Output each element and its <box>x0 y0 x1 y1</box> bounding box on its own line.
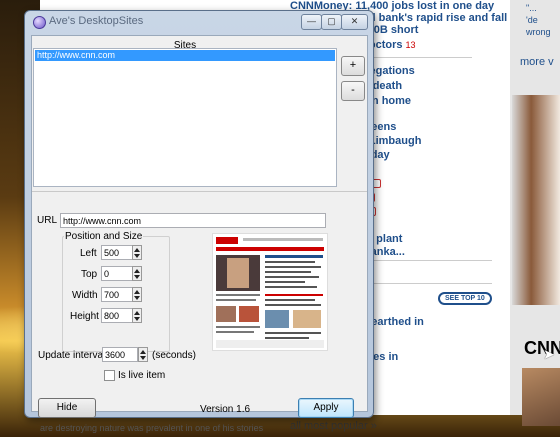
headline-text[interactable]: all most popular » <box>290 420 377 432</box>
height-label: Height <box>70 311 99 322</box>
window-title: Ave's DesktopSites <box>49 15 144 27</box>
divider <box>372 57 472 58</box>
right-snippet-line: "... <box>526 3 537 13</box>
left-spin-buttons[interactable] <box>132 245 142 260</box>
site-list-item[interactable]: http://www.cnn.com <box>35 50 335 61</box>
apply-button[interactable]: Apply <box>298 398 354 418</box>
person-photo[interactable] <box>522 368 560 426</box>
top-label: Top <box>81 269 98 280</box>
width-spin-buttons[interactable] <box>132 287 142 302</box>
spin-down-icon[interactable] <box>134 275 140 279</box>
desktopsites-window: Ave's DesktopSites — ▢ ✕ Sites http://ww… <box>24 10 374 418</box>
site-preview-thumbnail <box>212 233 328 351</box>
spin-down-icon[interactable] <box>134 317 140 321</box>
spin-up-icon[interactable] <box>140 350 146 354</box>
is-live-item-label: Is live item <box>118 370 166 381</box>
close-button[interactable]: ✕ <box>341 14 368 30</box>
spin-down-icon[interactable] <box>134 254 140 258</box>
update-interval-input[interactable]: 3600 <box>102 347 138 362</box>
left-label: Left <box>80 248 97 259</box>
news-photo[interactable] <box>512 95 560 305</box>
is-live-item-checkbox[interactable] <box>104 370 115 381</box>
headline-link[interactable]: all most popular » <box>290 420 377 432</box>
update-interval-spin-buttons[interactable] <box>138 347 148 362</box>
spin-up-icon[interactable] <box>134 269 140 273</box>
spin-down-icon[interactable] <box>140 356 146 360</box>
version-label: Version 1.6 <box>200 404 251 415</box>
hide-button[interactable]: Hide <box>38 398 96 418</box>
divider <box>372 283 492 284</box>
right-snippet: "... 'de wrong <box>526 2 551 38</box>
position-size-title: Position and Size <box>64 231 144 242</box>
title-bar[interactable]: Ave's DesktopSites — ▢ ✕ <box>25 11 373 33</box>
width-label: Width <box>72 290 98 301</box>
divider <box>372 260 492 261</box>
right-snippet-line: 'de <box>526 15 538 25</box>
update-interval-unit: (seconds) <box>152 350 196 361</box>
right-snippet-line: wrong <box>526 27 551 37</box>
spin-down-icon[interactable] <box>134 296 140 300</box>
minimize-button[interactable]: — <box>301 14 322 30</box>
add-site-button[interactable]: + <box>341 56 365 76</box>
preview-image <box>213 234 327 350</box>
url-input[interactable]: http://www.cnn.com <box>60 213 326 228</box>
maximize-button[interactable]: ▢ <box>321 14 342 30</box>
page-footer-text: are destroying nature was prevalent in o… <box>40 423 264 433</box>
spin-up-icon[interactable] <box>134 311 140 315</box>
app-icon <box>33 16 46 29</box>
sites-listbox[interactable]: http://www.cnn.com <box>33 48 337 187</box>
mouse-cursor-icon: ➤ <box>543 346 555 362</box>
update-interval-label: Update interval <box>38 350 106 361</box>
spin-up-icon[interactable] <box>134 290 140 294</box>
more-video-link[interactable]: more v <box>520 56 554 68</box>
top-spin-buttons[interactable] <box>132 266 142 281</box>
remove-site-button[interactable]: - <box>341 81 365 101</box>
height-spin-buttons[interactable] <box>132 308 142 323</box>
comment-count: 13 <box>405 40 416 50</box>
divider <box>32 191 367 192</box>
see-top-10-button[interactable]: SEE TOP 10 <box>438 292 492 305</box>
window-client-area: Sites http://www.cnn.com + - URL http://… <box>31 35 368 418</box>
url-label: URL <box>37 215 58 226</box>
spin-up-icon[interactable] <box>134 248 140 252</box>
